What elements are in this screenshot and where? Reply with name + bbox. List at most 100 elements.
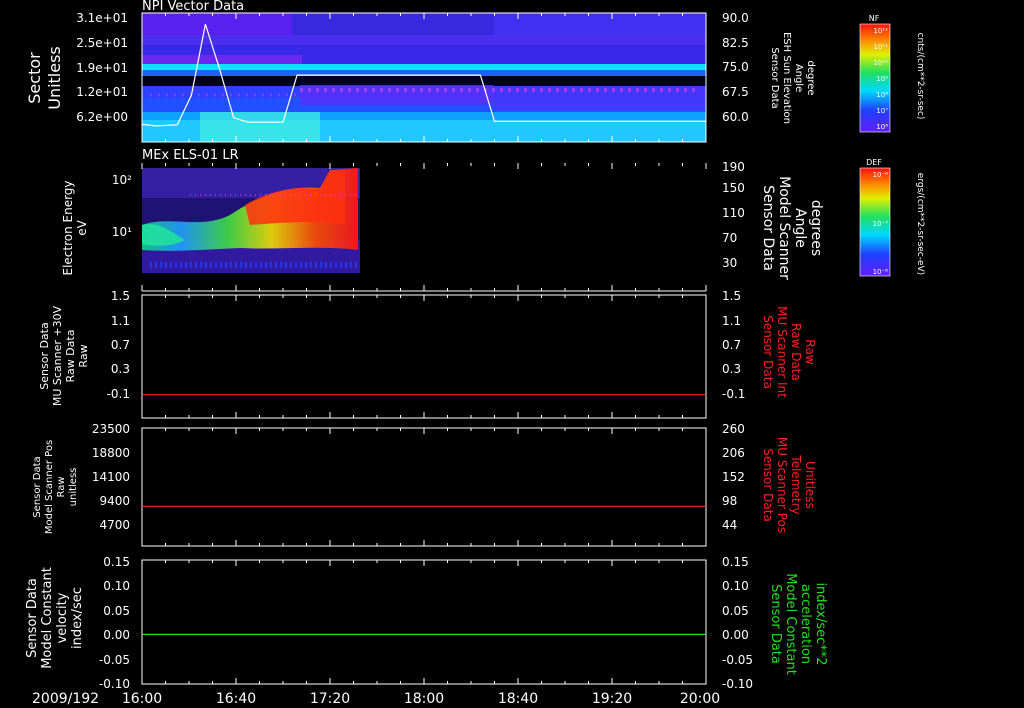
nf-colorbar: NF 10¹² 10¹¹ 10¹⁰ 10⁹ 10⁸ 10⁷ 10⁶ cnts/(… [859,14,925,133]
scannerpos-y2tick-1: 206 [722,446,745,460]
scanner30v-y2label-line3: Raw Data [789,323,803,381]
npi-y2tick-1: 82.5 [722,36,749,50]
scanner30v-y2label-line1: Sensor Data [761,315,775,389]
scanner30v-ylabel-line2: MU Scanner +30V [51,305,64,406]
constant-ytick-0: 0.15 [103,555,130,569]
els-title: MEx ELS-01 LR [142,148,239,163]
constant-y2tick-0: 0.15 [722,555,749,569]
els-panel: MEx ELS-01 LR 10² 10¹ Electron Energy eV… [61,148,824,292]
constant-y2tick-4: -0.05 [722,653,753,667]
npi-ytick-4: 6.2e+00 [76,110,128,124]
constant-ytick-2: 0.05 [103,604,130,618]
npi-ytick-3: 1.2e+01 [76,85,128,99]
scannerpos-y2tick-2: 152 [722,470,745,484]
scanner30v-y2label-line2: MU Scanner Int [775,306,789,398]
scanner30v-ytick-0: 1.5 [111,289,130,303]
npi-y2label-line2: ESH Sun Elevation [781,32,792,124]
def-colorbar-tick-2: 10⁻⁸ [873,268,889,276]
npi-ytick-2: 1.9e+01 [76,61,128,75]
scannerpos-y2tick-0: 260 [722,422,745,436]
scanner30v-frame [141,294,707,419]
scannerpos-panel: 23500 18800 14100 9400 4700 Sensor Data … [32,422,817,547]
constant-panel: 0.15 0.10 0.05 0.00 -0.05 -0.10 Sensor D… [25,555,828,691]
xtick-6: 20:00 [680,691,720,707]
nf-colorbar-tick-6: 10⁶ [876,123,888,131]
scanner30v-ylabel-line3: Raw Data [64,330,77,383]
nf-colorbar-tick-1: 10¹¹ [873,43,888,51]
constant-ytick-4: -0.05 [99,653,130,667]
npi-y2tick-0: 90.0 [722,11,749,25]
xtick-0: 16:00 [122,691,162,707]
scanner30v-y2tick-3: 0.3 [722,362,741,376]
npi-panel: NPI Vector Data Sector Unitless 3.1e+01 [25,0,816,143]
nf-colorbar-tick-5: 10⁷ [876,107,888,115]
constant-ylabel-line1: Sensor Data [25,578,40,658]
date-label: 2009/192 [32,691,99,707]
def-colorbar-tick-0: 10⁻⁶ [873,171,889,179]
nf-colorbar-label: NF [869,14,880,23]
els-y2tick-4: 30 [722,256,737,270]
scanner30v-y2label-line4: Raw [803,339,817,364]
scannerpos-y2label-line3: Telemetry [789,454,803,514]
constant-ylabel-line2: Model Constant [40,567,55,669]
constant-y2label-line1: Sensor Data [768,584,783,664]
els-y2tick-2: 110 [722,206,745,220]
xtick-5: 19:20 [592,691,632,707]
nf-colorbar-tick-4: 10⁸ [876,91,888,99]
scannerpos-ytick-0: 23500 [92,422,130,436]
scannerpos-ylabel-line3: Raw [56,476,67,497]
scannerpos-y2label-line2: MU Scanner Pos [775,437,789,533]
els-ylabel-line1: Electron Energy [61,180,75,275]
npi-y2tick-4: 60.0 [722,110,749,124]
scanner30v-y2tick-4: -0.1 [722,387,745,401]
npi-y2label-line4: degree [805,60,816,95]
scannerpos-y2tick-4: 44 [722,518,737,532]
def-colorbar: DEF 10⁻⁶ 10⁻⁷ 10⁻⁸ ergs/(cm**2-sr-sec-eV… [859,158,925,277]
def-colorbar-tick-1: 10⁻⁷ [873,220,889,228]
constant-y2tick-2: 0.05 [722,604,749,618]
scanner30v-y2tick-1: 1.1 [722,314,741,328]
scanner30v-ytick-4: -0.1 [107,387,130,401]
scanner30v-ytick-1: 1.1 [111,314,130,328]
def-colorbar-label: DEF [866,158,882,167]
scannerpos-y2label-line1: Sensor Data [761,448,775,522]
scannerpos-ylabel-line2: Model Scanner Pos [44,440,55,534]
els-ytick-0: 10² [112,173,132,187]
xtick-1: 16:40 [216,691,256,707]
constant-y2label-line2: Model Constant [783,573,798,675]
scannerpos-ytick-2: 14100 [92,470,130,484]
scanner30v-ylabel-line1: Sensor Data [38,322,51,389]
scannerpos-ytick-1: 18800 [92,446,130,460]
els-y2tick-3: 70 [722,231,737,245]
constant-y2label-line4: index/sec**2 [813,582,828,665]
xtick-2: 17:20 [310,691,350,707]
nf-colorbar-tick-2: 10¹⁰ [873,59,888,67]
constant-frame [141,559,707,685]
stacked-timeseries-plot: NPI Vector Data Sector Unitless 3.1e+01 [25,0,925,707]
els-y2label-line3: Angle [792,208,808,248]
scannerpos-ylabel-line4: unitless [68,468,79,507]
scanner30v-panel: 1.5 1.1 0.7 0.3 -0.1 Sensor Data MU Scan… [38,289,817,419]
els-y2tick-0: 190 [722,160,745,174]
els-y2label-line4: degrees [808,200,824,256]
npi-y2label-line1: Sensor Data [769,47,780,108]
els-y2tick-1: 150 [722,181,745,195]
scannerpos-ytick-3: 9400 [99,494,130,508]
scannerpos-y2tick-3: 98 [722,494,737,508]
npi-y2tick-3: 67.5 [722,85,749,99]
npi-title: NPI Vector Data [142,0,244,14]
npi-y2tick-2: 75.0 [722,60,749,74]
constant-y2label-line3: acceleration [798,584,813,664]
npi-ylabel-line1: Sector [25,52,44,104]
scannerpos-y2label-line4: Unitless [803,461,817,509]
nf-colorbar-tick-3: 10⁹ [876,75,888,83]
constant-ylabel-line3: velocity [55,592,70,643]
constant-ylabel-line4: index/sec [70,587,85,649]
constant-ytick-1: 0.10 [103,579,130,593]
constant-y2tick-5: -0.10 [722,677,753,691]
npi-ylabel-line2: Unitless [45,46,64,110]
npi-heatmap [142,13,706,142]
constant-y2tick-3: 0.00 [722,628,749,642]
scanner30v-y2tick-2: 0.7 [722,338,741,352]
constant-ytick-3: 0.00 [103,628,130,642]
